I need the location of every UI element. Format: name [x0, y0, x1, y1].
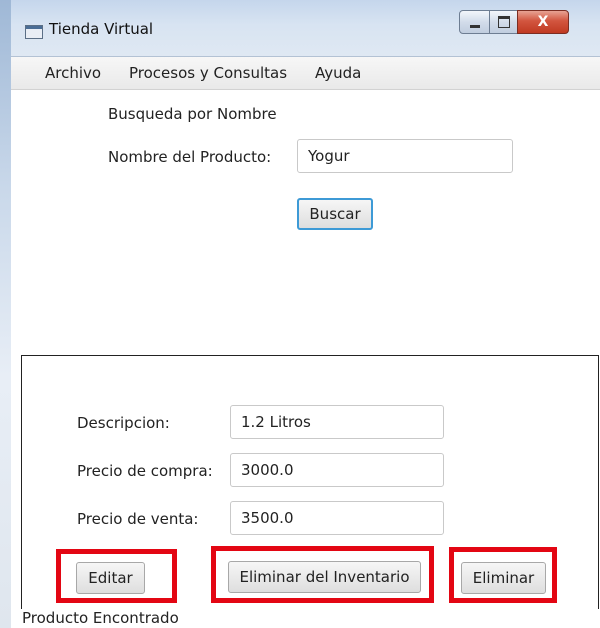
purchase-price-field[interactable]: 3000.0 [230, 453, 444, 487]
maximize-icon [498, 16, 510, 28]
description-field[interactable]: 1.2 Litros [230, 405, 444, 439]
app-icon [25, 25, 43, 39]
description-label: Descripcion: [77, 414, 170, 432]
sale-price-field[interactable]: 3500.0 [230, 501, 444, 535]
purchase-price-label: Precio de compra: [77, 462, 213, 480]
desktop-background [0, 0, 11, 628]
close-icon: X [537, 14, 549, 30]
edit-button[interactable]: Editar [76, 562, 145, 594]
menu-bar: Archivo Procesos y Consultas Ayuda [11, 57, 600, 90]
search-section-label: Busqueda por Nombre [108, 105, 277, 123]
close-button[interactable]: X [517, 10, 569, 34]
menu-ayuda[interactable]: Ayuda [315, 64, 361, 82]
minimize-button[interactable] [459, 10, 491, 34]
product-name-label: Nombre del Producto: [108, 148, 272, 166]
status-bar-text: Producto Encontrado [22, 609, 179, 627]
search-button[interactable]: Buscar [297, 198, 373, 230]
product-name-input[interactable]: Yogur [297, 139, 513, 173]
maximize-button[interactable] [489, 10, 519, 34]
title-bar[interactable]: Tienda Virtual X [11, 0, 600, 57]
sale-price-label: Precio de venta: [77, 510, 199, 528]
window-title: Tienda Virtual [49, 20, 154, 38]
menu-procesos-y-consultas[interactable]: Procesos y Consultas [129, 64, 287, 82]
remove-from-inventory-button[interactable]: Eliminar del Inventario [228, 561, 421, 593]
delete-button[interactable]: Eliminar [461, 562, 546, 594]
minimize-icon [470, 24, 480, 28]
menu-archivo[interactable]: Archivo [45, 64, 101, 82]
app-window: Tienda Virtual X Archivo Procesos y Cons… [11, 0, 600, 628]
